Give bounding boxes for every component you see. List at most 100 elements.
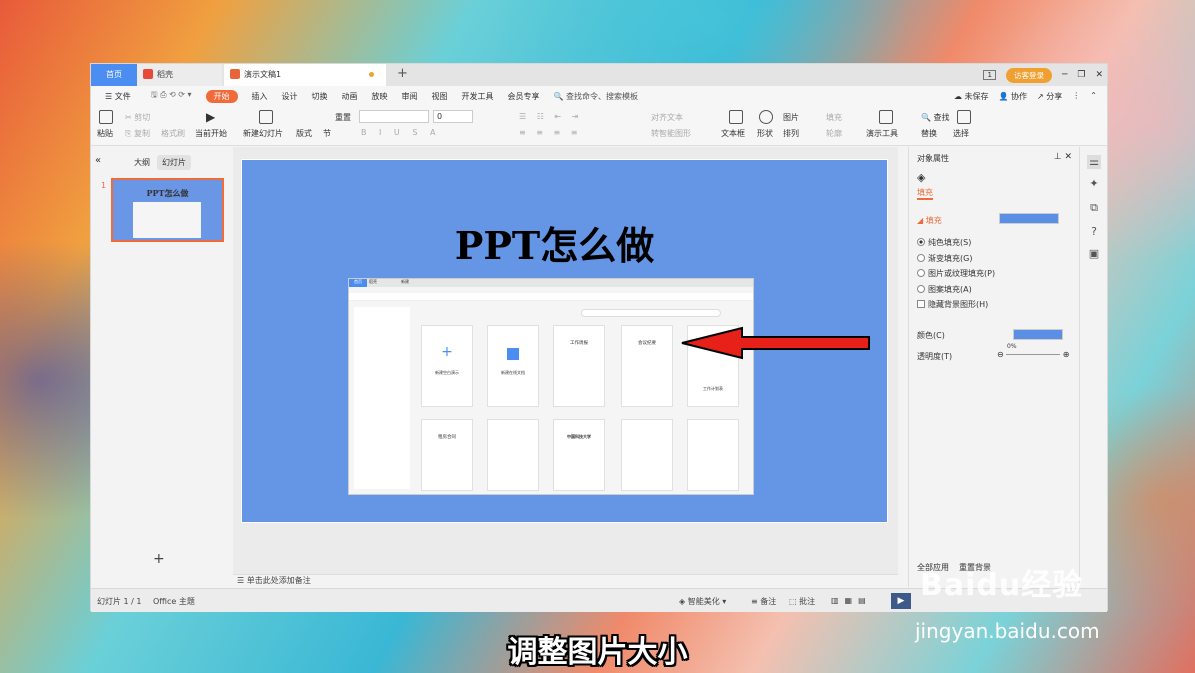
font-size-field[interactable]: 0 (433, 110, 473, 123)
new-tab-button[interactable]: + (397, 66, 408, 81)
select-button[interactable]: 选择 (953, 128, 969, 139)
notes-button[interactable]: ≡ 备注 (751, 596, 776, 607)
text-box-button[interactable]: 文本框 (721, 128, 745, 139)
new-slide-button[interactable]: 新建幻灯片 (243, 128, 283, 139)
notes-bar[interactable]: ☰ 单击此处添加备注 (233, 574, 898, 588)
option-solid[interactable]: 纯色填充(S) (917, 237, 971, 248)
shape-icon[interactable] (759, 110, 773, 124)
props-title[interactable]: 对象属性 (917, 153, 949, 164)
tab-daoke[interactable]: 稻壳 (137, 64, 222, 86)
tab-slides[interactable]: 幻灯片 (157, 155, 191, 170)
copy-button[interactable]: ⎘ 复制 (125, 128, 150, 139)
layout-button[interactable]: 版式 (296, 128, 312, 139)
menu-start[interactable]: 开始 (205, 89, 238, 103)
new-slide-icon[interactable] (259, 110, 273, 124)
find-button[interactable]: 🔍 查找 (921, 112, 950, 123)
settings-icon[interactable]: ⚌ (1087, 155, 1101, 169)
menu-devtools[interactable]: 开发工具 (462, 91, 494, 102)
image-icon[interactable]: ▣ (1087, 247, 1101, 261)
replace-button[interactable]: 替换 (921, 128, 937, 139)
menu-insert[interactable]: 插入 (252, 91, 268, 102)
slide-canvas[interactable]: PPT怎么做 首页 稻壳 新建 + 新建空白演示 新建在线文档 工作周报 会议纪要… (241, 159, 888, 523)
close-icon[interactable]: ✕ (1095, 70, 1103, 80)
theme-name[interactable]: Office 主题 (153, 596, 195, 607)
outline-button[interactable]: 轮廓 (826, 128, 842, 139)
file-menu[interactable]: ☰ 文件 (105, 91, 131, 102)
hide-bg-checkbox[interactable]: 隐藏背景图形(H) (917, 299, 988, 310)
menu-design[interactable]: 设计 (282, 91, 298, 102)
pin-close-icons[interactable]: ⊥ ✕ (1054, 152, 1072, 162)
copy-icon[interactable]: ⧉ (1087, 201, 1101, 215)
color-label: 颜色(C) (917, 331, 945, 340)
picture-button[interactable]: 图片 (783, 112, 799, 123)
cut-button[interactable]: ✂ 剪切 (125, 112, 150, 123)
embedded-screenshot[interactable]: 首页 稻壳 新建 + 新建空白演示 新建在线文档 工作周报 会议纪要 工作计划表 … (348, 278, 754, 495)
fill-color-swatch[interactable] (999, 213, 1059, 224)
option-pattern[interactable]: 图案填充(A) (917, 284, 972, 295)
option-solid-label: 纯色填充(S) (928, 238, 972, 247)
select-icon[interactable] (957, 110, 971, 124)
arrange-button[interactable]: 排列 (783, 128, 799, 139)
font-style-buttons[interactable]: B I U S A (361, 128, 440, 137)
list-buttons[interactable]: ☰ ☷ ⇤ ⇥ (519, 112, 582, 121)
font-name-field[interactable] (359, 110, 429, 123)
tab-document[interactable]: 演示文稿1 (224, 64, 386, 86)
from-current-button[interactable]: 当前开始 (195, 128, 227, 139)
share-button[interactable]: ↗ 分享 (1037, 91, 1062, 102)
paste-button[interactable]: 粘贴 (97, 128, 113, 139)
fill-bucket-icon[interactable]: ◈ (917, 171, 925, 184)
color-swatch[interactable] (1013, 329, 1063, 340)
transparency-slider[interactable]: ⊖ ⊕ (997, 350, 1070, 359)
help-icon[interactable]: ? (1087, 225, 1101, 239)
present-tools-icon[interactable] (879, 110, 893, 124)
slideshow-play-icon[interactable]: ▶ (891, 593, 911, 609)
smart-shape-button[interactable]: 转智能图形 (651, 128, 691, 139)
pin-icon[interactable]: ✦ (1087, 177, 1101, 191)
unsaved-button[interactable]: ☁ 未保存 (954, 91, 989, 102)
unsaved-dot-icon (369, 72, 374, 77)
tab-outline[interactable]: 大纲 (129, 155, 155, 170)
menu-slideshow[interactable]: 放映 (372, 91, 388, 102)
text-box-icon[interactable] (729, 110, 743, 124)
properties-panel: 对象属性 ⊥ ✕ ◈ 填充 ◢ 填充 纯色填充(S) 渐变填充(G) 图片或纹理… (908, 147, 1078, 587)
slide-thumbnail[interactable]: PPT怎么做 (111, 178, 224, 242)
comment-label: 批注 (799, 597, 816, 606)
collab-button[interactable]: 👤 协作 (999, 91, 1028, 102)
beautify-button[interactable]: ◈ 智能美化 ▾ (679, 596, 726, 607)
tab-fill[interactable]: 填充 (917, 187, 933, 200)
view-buttons[interactable]: ▥▦▤ (831, 596, 872, 605)
option-picture[interactable]: 图片或纹理填充(P) (917, 268, 995, 279)
add-slide-button[interactable]: + (153, 551, 165, 567)
tab-home[interactable]: 首页 (91, 64, 137, 86)
command-search[interactable]: 🔍 查找命令、搜索模板 (554, 91, 639, 102)
fill-button[interactable]: 填充 (826, 112, 842, 123)
slide-title[interactable]: PPT怎么做 (242, 215, 887, 270)
collapse-pane-icon[interactable]: « (95, 155, 101, 166)
login-button[interactable]: 访客登录 (1005, 67, 1052, 83)
section-button[interactable]: 节 (323, 128, 331, 139)
quick-access-icons[interactable]: 🖫 ⎙ ⟲ ⟳ ▾ (151, 89, 192, 103)
fill-section[interactable]: ◢ 填充 (917, 215, 942, 226)
present-tools-button[interactable]: 演示工具 (866, 128, 898, 139)
restore-icon[interactable]: ❐ (1077, 70, 1085, 80)
align-buttons[interactable]: ≡ ≡ ≡ ≡ (519, 128, 581, 137)
play-icon[interactable]: ▶ (206, 110, 215, 124)
menu-member[interactable]: 会员专享 (508, 91, 540, 102)
notes-placeholder: 单击此处添加备注 (246, 576, 311, 585)
reset-button[interactable]: 重置 (335, 112, 351, 123)
comment-button[interactable]: ⬚ 批注 (789, 596, 815, 607)
menu-animation[interactable]: 动画 (342, 91, 358, 102)
paste-icon[interactable] (99, 110, 113, 124)
collapse-ribbon-icon[interactable]: ⌃ (1090, 91, 1097, 102)
option-picture-label: 图片或纹理填充(P) (928, 269, 996, 278)
format-painter-button[interactable]: 格式刷 (161, 128, 185, 139)
page-indicator-icon[interactable]: 1 (983, 70, 996, 80)
shape-button[interactable]: 形状 (757, 128, 773, 139)
minimize-icon[interactable]: ─ (1062, 70, 1067, 80)
align-text-button[interactable]: 对齐文本 (651, 112, 683, 123)
option-gradient[interactable]: 渐变填充(G) (917, 253, 972, 264)
menu-review[interactable]: 审阅 (402, 91, 418, 102)
menu-view[interactable]: 视图 (432, 91, 448, 102)
more-icon[interactable]: ⋮ (1072, 91, 1080, 102)
menu-transition[interactable]: 切换 (312, 91, 328, 102)
